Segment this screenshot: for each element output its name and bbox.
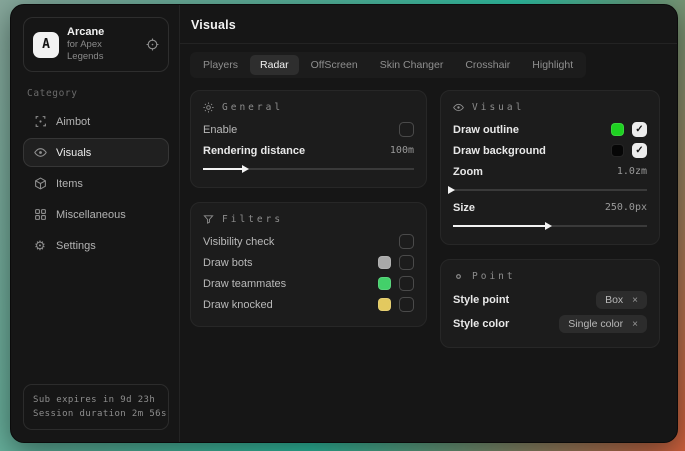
sidebar-item-visuals[interactable]: Visuals: [23, 138, 169, 167]
zoom-slider[interactable]: [453, 189, 647, 191]
sidebar-item-label: Visuals: [56, 147, 91, 159]
slider-fill: [453, 225, 550, 227]
draw-outline-color-swatch[interactable]: [611, 123, 624, 136]
grid-icon: [33, 208, 47, 221]
sidebar-item-label: Miscellaneous: [56, 209, 126, 221]
close-icon[interactable]: ×: [632, 295, 638, 306]
sidebar-item-label: Items: [56, 178, 83, 190]
panel-visual-title: Visual: [453, 102, 647, 113]
app-title: Arcane: [67, 26, 138, 39]
draw-teammates-label: Draw teammates: [203, 278, 286, 290]
visibility-check-label: Visibility check: [203, 236, 274, 248]
draw-teammates-color-swatch[interactable]: [378, 277, 391, 290]
panel-visual: Visual Draw outline Draw background: [440, 90, 660, 245]
eye-icon: [33, 146, 47, 159]
zoom-label: Zoom: [453, 166, 483, 178]
tab-bar: Players Radar OffScreen Skin Changer Cro…: [190, 52, 586, 78]
visibility-check-checkbox[interactable]: [399, 234, 414, 249]
sun-icon: [203, 102, 214, 113]
package-icon: [33, 177, 47, 190]
draw-outline-label: Draw outline: [453, 124, 519, 136]
draw-knocked-checkbox[interactable]: [399, 297, 414, 312]
crosshair-icon: [33, 115, 47, 128]
size-value: 250.0px: [605, 202, 647, 213]
draw-background-color-swatch[interactable]: [611, 144, 624, 157]
zoom-value: 1.0zm: [617, 166, 647, 177]
rendering-distance-slider[interactable]: [203, 168, 414, 170]
content-header: Visuals: [180, 5, 677, 44]
tab-crosshair[interactable]: Crosshair: [455, 55, 520, 75]
tab-offscreen[interactable]: OffScreen: [301, 55, 368, 75]
tab-highlight[interactable]: Highlight: [522, 55, 583, 75]
style-point-label: Style point: [453, 294, 509, 306]
style-point-chip[interactable]: Box ×: [596, 291, 647, 309]
sidebar-nav: Aimbot Visuals Items: [23, 107, 169, 260]
gear-icon: ⚙: [33, 239, 47, 252]
app-header-card: A Arcane for Apex Legends: [23, 17, 169, 72]
eye-icon: [453, 102, 464, 113]
draw-bots-color-swatch[interactable]: [378, 256, 391, 269]
panel-point: Point Style point Box × Style color Sing…: [440, 259, 660, 348]
panel-filters-title: Filters: [203, 214, 414, 225]
sidebar-item-label: Aimbot: [56, 116, 90, 128]
funnel-icon: [203, 214, 214, 225]
content-area: Visuals Players Radar OffScreen Skin Cha…: [180, 5, 677, 442]
tab-players[interactable]: Players: [193, 55, 248, 75]
draw-knocked-label: Draw knocked: [203, 299, 273, 311]
style-color-label: Style color: [453, 318, 509, 330]
sidebar-item-aimbot[interactable]: Aimbot: [23, 107, 169, 136]
app-window: A Arcane for Apex Legends Category Aimbo…: [10, 4, 678, 443]
draw-bots-label: Draw bots: [203, 257, 253, 269]
draw-knocked-color-swatch[interactable]: [378, 298, 391, 311]
tab-radar[interactable]: Radar: [250, 55, 299, 75]
category-label: Category: [27, 88, 165, 99]
draw-background-label: Draw background: [453, 145, 546, 157]
draw-bots-checkbox[interactable]: [399, 255, 414, 270]
enable-label: Enable: [203, 124, 237, 136]
sidebar-item-miscellaneous[interactable]: Miscellaneous: [23, 200, 169, 229]
tab-skin-changer[interactable]: Skin Changer: [370, 55, 454, 75]
draw-teammates-checkbox[interactable]: [399, 276, 414, 291]
draw-background-checkbox[interactable]: [632, 143, 647, 158]
sidebar-item-settings[interactable]: ⚙ Settings: [23, 231, 169, 260]
sidebar: A Arcane for Apex Legends Category Aimbo…: [11, 5, 180, 442]
sidebar-item-items[interactable]: Items: [23, 169, 169, 198]
panel-general-title: General: [203, 102, 414, 113]
sidebar-item-label: Settings: [56, 240, 96, 252]
panel-general: General Enable Rendering distance 100m: [190, 90, 427, 188]
draw-outline-checkbox[interactable]: [632, 122, 647, 137]
subscription-card: Sub expires in 9d 23h Session duration 2…: [23, 384, 169, 430]
enable-checkbox[interactable]: [399, 122, 414, 137]
sub-expiry-text: Sub expires in 9d 23h: [33, 393, 159, 407]
close-icon[interactable]: ×: [632, 319, 638, 330]
app-logo: A: [33, 32, 59, 58]
app-subtitle: for Apex Legends: [67, 39, 138, 63]
size-slider[interactable]: [453, 225, 647, 227]
target-icon[interactable]: [146, 38, 159, 51]
rendering-distance-label: Rendering distance: [203, 145, 305, 157]
dot-icon: [453, 271, 464, 282]
size-label: Size: [453, 202, 475, 214]
panel-point-title: Point: [453, 271, 647, 282]
session-duration-text: Session duration 2m 56s: [33, 407, 159, 421]
page-title: Visuals: [191, 18, 661, 32]
rendering-distance-value: 100m: [390, 145, 414, 156]
slider-fill: [203, 168, 247, 170]
style-color-chip[interactable]: Single color ×: [559, 315, 647, 333]
panel-filters: Filters Visibility check Draw bots: [190, 202, 427, 327]
